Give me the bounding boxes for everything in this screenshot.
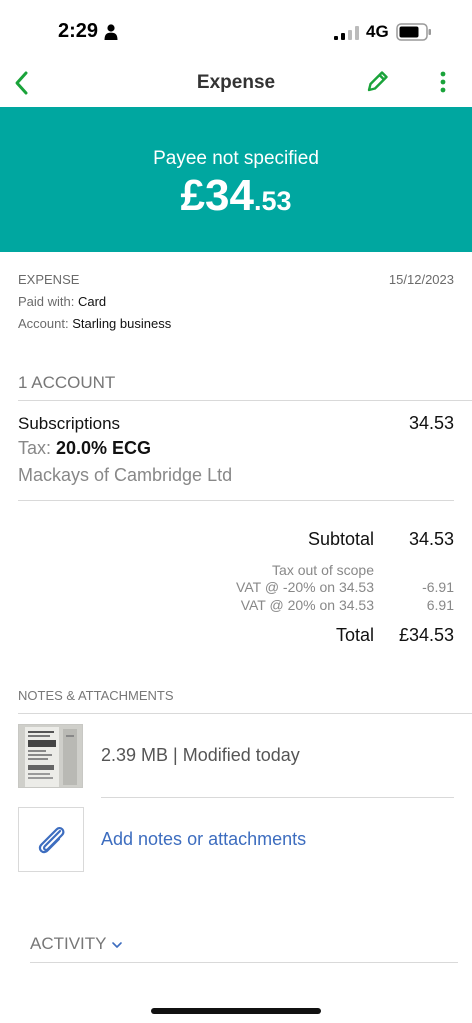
tax-scope-label: Tax out of scope — [272, 562, 374, 578]
attachment-info[interactable]: 2.39 MB | Modified today — [101, 745, 300, 766]
payee-label: Payee not specified — [153, 148, 319, 169]
divider — [101, 797, 454, 798]
account-amount: 34.53 — [408, 413, 454, 433]
total-value: £34.53 — [398, 625, 454, 645]
amount-header: Payee not specified £34.53 — [0, 107, 472, 252]
paid-with-value: Card — [77, 294, 107, 309]
account-name: Subscriptions — [18, 414, 121, 433]
account-payee: Mackays of Cambridge Ltd — [18, 465, 233, 485]
amount-cents: .53 — [253, 186, 292, 216]
transaction-date: 15/12/2023 — [388, 272, 454, 287]
receipt-thumbnail-image — [19, 725, 82, 787]
account-label: Account: — [18, 316, 73, 331]
subtotal-value: 34.53 — [408, 529, 454, 549]
amount-main: £34 — [180, 171, 254, 220]
subtotal-label: Subtotal — [307, 529, 374, 549]
vat-row-value: -6.91 — [422, 579, 454, 595]
battery-icon — [396, 23, 431, 41]
tax-label: Tax: — [18, 438, 57, 458]
chevron-down-icon — [111, 941, 122, 948]
divider — [18, 500, 454, 501]
account: Account: Starling business — [18, 316, 171, 331]
home-indicator[interactable] — [151, 1008, 321, 1014]
paperclip-icon — [38, 827, 65, 854]
vat-row-value: 6.91 — [426, 597, 454, 613]
transaction-type: EXPENSE — [18, 272, 80, 287]
vat-row-label: VAT @ 20% on 34.53 — [240, 597, 374, 613]
notes-heading: NOTES & ATTACHMENTS — [18, 688, 174, 703]
account-value: Starling business — [72, 316, 172, 331]
total-label: Total — [335, 625, 374, 645]
divider — [18, 713, 472, 714]
tax-value: 20.0% ECG — [56, 438, 152, 458]
page-title: Expense — [196, 72, 276, 93]
attachment-thumbnail[interactable] — [18, 724, 83, 788]
accounts-heading: 1 ACCOUNT — [18, 373, 116, 392]
account-tax: Tax: 20.0% ECG — [18, 438, 151, 459]
total-amount: £34.53 — [0, 171, 472, 221]
divider — [18, 400, 472, 401]
nav-bar: Expense — [0, 62, 472, 107]
activity-label: ACTIVITY — [30, 934, 107, 953]
paid-with-label: Paid with: — [18, 294, 78, 309]
paid-with: Paid with: Card — [18, 294, 106, 309]
add-notes-link[interactable]: Add notes or attachments — [101, 829, 306, 850]
add-attachment-button[interactable] — [18, 807, 84, 872]
vat-row-label: VAT @ -20% on 34.53 — [236, 579, 374, 595]
divider — [30, 962, 458, 963]
signal-icon — [334, 26, 359, 40]
activity-toggle[interactable]: ACTIVITY — [30, 934, 123, 954]
pencil-icon[interactable] — [364, 68, 390, 96]
more-vertical-icon[interactable] — [432, 68, 454, 96]
status-bar: 2:29 4G — [0, 0, 472, 62]
person-icon — [104, 24, 118, 40]
network-label: 4G — [366, 22, 389, 41]
status-time: 2:29 — [58, 20, 99, 42]
